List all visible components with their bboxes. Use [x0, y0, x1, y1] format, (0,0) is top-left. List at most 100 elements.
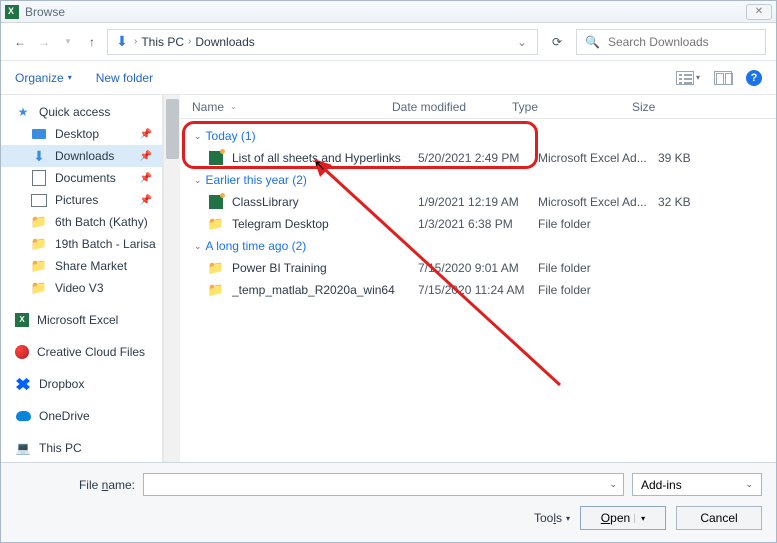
- sidebar-item-documents[interactable]: Documents 📌: [1, 167, 162, 189]
- sidebar-quick-access[interactable]: ★ Quick access: [1, 101, 162, 123]
- sidebar-item-3d-objects[interactable]: 3D Objects: [1, 459, 162, 462]
- column-header-size[interactable]: Size: [632, 100, 692, 114]
- title-bar: Browse ✕: [1, 1, 776, 23]
- refresh-button[interactable]: ⟳: [544, 29, 570, 55]
- window-title: Browse: [25, 5, 65, 19]
- picture-icon: [31, 192, 47, 208]
- close-button[interactable]: ✕: [746, 4, 772, 20]
- sidebar-item-this-pc[interactable]: 💻 This PC: [1, 437, 162, 459]
- file-date: 5/20/2021 2:49 PM: [418, 151, 538, 165]
- open-button[interactable]: Open ▾: [580, 506, 666, 530]
- folder-icon: 📁: [31, 280, 47, 296]
- sidebar-item-label: Downloads: [55, 149, 114, 163]
- sidebar-item-label: Quick access: [39, 105, 110, 119]
- preview-pane-button[interactable]: [714, 71, 732, 85]
- navigation-sidebar: ★ Quick access Desktop 📌 ⬇ Downloads 📌 D…: [1, 95, 163, 462]
- sidebar-item-label: OneDrive: [39, 409, 90, 423]
- column-headers: Name ⌄ Date modified Type Size: [180, 95, 776, 119]
- file-name: _temp_matlab_R2020a_win64: [232, 283, 418, 297]
- excel-app-icon: [5, 5, 19, 19]
- file-row[interactable]: 📁 Telegram Desktop 1/3/2021 6:38 PM File…: [194, 213, 776, 235]
- sidebar-scrollbar[interactable]: [163, 95, 180, 462]
- file-type: File folder: [538, 217, 658, 231]
- column-header-date[interactable]: Date modified: [392, 100, 512, 114]
- sidebar-item-onedrive[interactable]: OneDrive: [1, 405, 162, 427]
- sidebar-item-desktop[interactable]: Desktop 📌: [1, 123, 162, 145]
- sidebar-item-folder[interactable]: 📁 19th Batch - Larisa: [1, 233, 162, 255]
- organize-menu[interactable]: Organize ▾: [15, 71, 72, 85]
- file-row[interactable]: 📁 Power BI Training 7/15/2020 9:01 AM Fi…: [194, 257, 776, 279]
- filename-input[interactable]: ⌄: [143, 473, 624, 496]
- file-row[interactable]: List of all sheets and Hyperlinks 5/20/2…: [194, 147, 776, 169]
- file-type-filter[interactable]: Add-ins ⌄: [632, 473, 762, 496]
- caret-down-icon: ⌄: [609, 479, 617, 490]
- file-date: 7/15/2020 11:24 AM: [418, 283, 538, 297]
- star-icon: ★: [15, 104, 31, 120]
- caret-down-icon: ▾: [566, 514, 570, 523]
- cancel-label: Cancel: [700, 511, 737, 525]
- breadcrumb-folder[interactable]: Downloads: [195, 35, 254, 49]
- nav-row: ← → ▾ ↑ ⬇ › This PC › Downloads ⌄ ⟳ 🔍: [1, 23, 776, 61]
- help-button[interactable]: ?: [746, 70, 762, 86]
- sidebar-item-downloads[interactable]: ⬇ Downloads 📌: [1, 145, 162, 167]
- group-header-long-ago[interactable]: ⌄ A long time ago (2): [194, 235, 776, 257]
- file-date: 7/15/2020 9:01 AM: [418, 261, 538, 275]
- caret-down-icon: ▾: [696, 73, 700, 82]
- sidebar-item-dropbox[interactable]: Dropbox: [1, 373, 162, 395]
- new-folder-label: New folder: [96, 71, 153, 85]
- group-title: A long time ago (2): [206, 239, 307, 253]
- onedrive-icon: [15, 408, 31, 424]
- filter-label: Add-ins: [641, 478, 682, 492]
- cancel-button[interactable]: Cancel: [676, 506, 762, 530]
- group-header-today[interactable]: ⌄ Today (1): [194, 125, 776, 147]
- file-date: 1/3/2021 6:38 PM: [418, 217, 538, 231]
- address-dropdown[interactable]: ⌄: [513, 35, 531, 49]
- sort-indicator-icon: ⌄: [230, 102, 237, 111]
- sidebar-item-label: Share Market: [55, 259, 127, 273]
- sidebar-item-folder[interactable]: 📁 Video V3: [1, 277, 162, 299]
- up-button[interactable]: ↑: [83, 35, 101, 49]
- sidebar-item-label: 6th Batch (Kathy): [55, 215, 148, 229]
- search-box[interactable]: 🔍: [576, 29, 766, 55]
- pin-icon: 📌: [140, 173, 152, 184]
- breadcrumb-root[interactable]: This PC: [141, 35, 184, 49]
- recent-dropdown[interactable]: ▾: [59, 36, 77, 47]
- view-mode-button[interactable]: ▾: [676, 71, 700, 85]
- back-button[interactable]: ←: [11, 35, 29, 49]
- sidebar-item-folder[interactable]: 📁 6th Batch (Kathy): [1, 211, 162, 233]
- folder-icon: 📁: [208, 260, 224, 276]
- file-type: File folder: [538, 283, 658, 297]
- sidebar-item-creative-cloud[interactable]: Creative Cloud Files: [1, 341, 162, 363]
- scrollbar-thumb[interactable]: [166, 99, 179, 159]
- file-name: Telegram Desktop: [232, 217, 418, 231]
- search-icon: 🔍: [585, 35, 600, 49]
- folder-icon: 📁: [31, 214, 47, 230]
- caret-down-icon: ⌄: [745, 479, 753, 490]
- tools-menu[interactable]: Tools ▾: [534, 511, 570, 525]
- pin-icon: 📌: [140, 195, 152, 206]
- file-row[interactable]: ClassLibrary 1/9/2021 12:19 AM Microsoft…: [194, 191, 776, 213]
- excel-file-icon: [209, 151, 223, 165]
- file-row[interactable]: 📁 _temp_matlab_R2020a_win64 7/15/2020 11…: [194, 279, 776, 301]
- chevron-down-icon: ⌄: [194, 241, 202, 252]
- file-name: Power BI Training: [232, 261, 418, 275]
- address-bar[interactable]: ⬇ › This PC › Downloads ⌄: [107, 29, 538, 55]
- forward-button[interactable]: →: [35, 35, 53, 49]
- sidebar-item-excel[interactable]: Microsoft Excel: [1, 309, 162, 331]
- document-icon: [31, 170, 47, 186]
- new-folder-button[interactable]: New folder: [96, 71, 153, 85]
- excel-icon: [15, 313, 29, 327]
- column-header-name[interactable]: Name ⌄: [192, 100, 392, 114]
- folder-icon: 📁: [31, 258, 47, 274]
- group-header-earlier-year[interactable]: ⌄ Earlier this year (2): [194, 169, 776, 191]
- folder-icon: 📁: [208, 282, 224, 298]
- chevron-down-icon: ⌄: [194, 175, 202, 186]
- dropbox-icon: [15, 376, 31, 392]
- sidebar-item-label: Video V3: [55, 281, 104, 295]
- sidebar-item-pictures[interactable]: Pictures 📌: [1, 189, 162, 211]
- column-header-type[interactable]: Type: [512, 100, 632, 114]
- group-title: Today (1): [206, 129, 256, 143]
- chevron-right-icon: ›: [134, 36, 137, 47]
- sidebar-item-folder[interactable]: 📁 Share Market: [1, 255, 162, 277]
- search-input[interactable]: [608, 35, 763, 49]
